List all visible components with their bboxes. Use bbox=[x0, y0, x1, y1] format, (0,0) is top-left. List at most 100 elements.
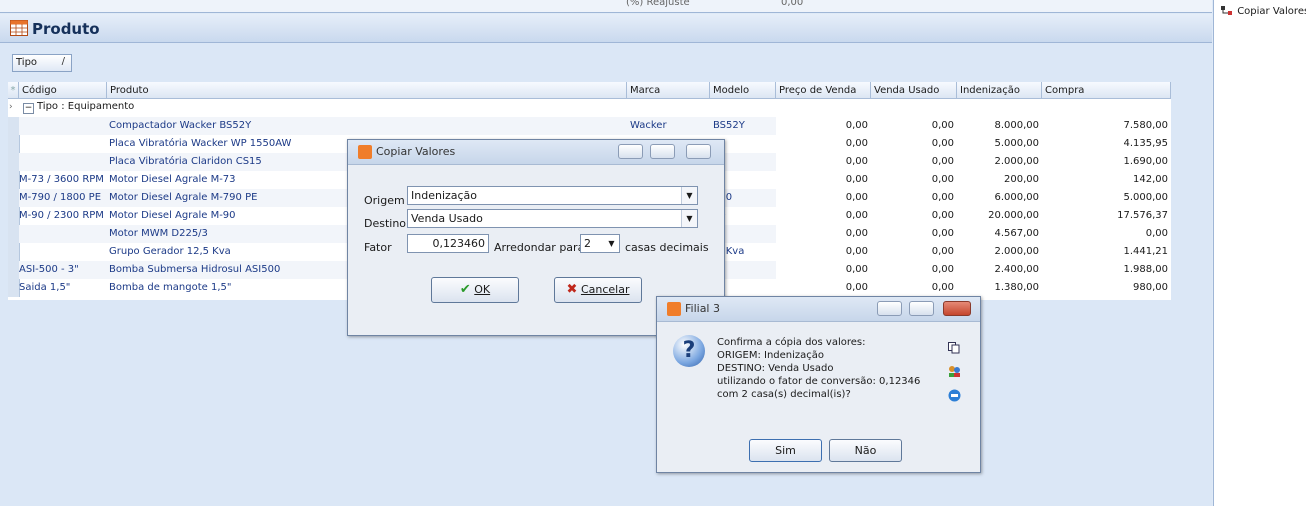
chevron-down-icon[interactable]: ▼ bbox=[681, 187, 697, 204]
ok-button[interactable]: ✔ OK bbox=[431, 277, 519, 303]
confirm-message: Confirma a cópia dos valores: ORIGEM: In… bbox=[717, 336, 920, 401]
confirm-line: DESTINO: Venda Usado bbox=[717, 363, 834, 374]
maximize-button[interactable] bbox=[650, 144, 675, 159]
col-indenizacao[interactable]: Indenização bbox=[957, 82, 1042, 99]
copiar-dialog-titlebar[interactable]: Copiar Valores bbox=[348, 140, 724, 165]
group-by-label: Tipo bbox=[16, 57, 38, 68]
col-preco-venda[interactable]: Preço de Venda bbox=[776, 82, 871, 99]
yes-button[interactable]: Sim bbox=[749, 439, 822, 462]
fator-input[interactable]: 0,123460 bbox=[407, 234, 489, 253]
cell-compra[interactable]: 1.690,00 bbox=[1042, 153, 1171, 171]
confirm-dialog-title: Filial 3 bbox=[685, 302, 720, 315]
cell-indenizacao[interactable]: 6.000,00 bbox=[957, 189, 1042, 207]
cell-venda-usado[interactable]: 0,00 bbox=[871, 189, 957, 207]
cell-indenizacao[interactable]: 4.567,00 bbox=[957, 225, 1042, 243]
cell-venda-usado[interactable]: 0,00 bbox=[871, 171, 957, 189]
maximize-button[interactable] bbox=[909, 301, 934, 316]
cell-indenizacao[interactable]: 8.000,00 bbox=[957, 117, 1042, 135]
cell-indenizacao[interactable]: 2.000,00 bbox=[957, 243, 1042, 261]
copiar-valores-link[interactable]: Copiar Valores bbox=[1220, 5, 1306, 17]
cell-venda-usado[interactable]: 0,00 bbox=[871, 243, 957, 261]
col-venda-usado[interactable]: Venda Usado bbox=[871, 82, 957, 99]
cell-venda-usado[interactable]: 0,00 bbox=[871, 279, 957, 297]
table-row[interactable]: Compactador Wacker BS52Y Wacker BS52Y 0,00 0… bbox=[8, 117, 1171, 135]
col-codigo[interactable]: Código bbox=[19, 82, 107, 99]
users-icon[interactable] bbox=[948, 365, 961, 378]
row-indicator-header[interactable]: * bbox=[8, 82, 19, 99]
copy-icon[interactable] bbox=[948, 342, 960, 354]
col-produto[interactable]: Produto bbox=[107, 82, 627, 99]
remote-icon[interactable] bbox=[948, 389, 961, 402]
cell-preco[interactable]: 0,00 bbox=[776, 171, 871, 189]
chevron-down-icon[interactable]: ▼ bbox=[604, 235, 619, 252]
cell-codigo[interactable]: M-790 / 1800 PE bbox=[19, 189, 107, 207]
cell-codigo[interactable]: ASI-500 - 3" bbox=[19, 261, 107, 279]
app-icon bbox=[358, 145, 372, 159]
cell-indenizacao[interactable]: 1.380,00 bbox=[957, 279, 1042, 297]
cell-indenizacao[interactable]: 20.000,00 bbox=[957, 207, 1042, 225]
collapse-icon[interactable]: − bbox=[23, 103, 34, 114]
cell-compra[interactable]: 1.441,21 bbox=[1042, 243, 1171, 261]
cell-preco[interactable]: 0,00 bbox=[776, 225, 871, 243]
cell-compra[interactable]: 7.580,00 bbox=[1042, 117, 1171, 135]
cell-venda-usado[interactable]: 0,00 bbox=[871, 207, 957, 225]
cell-indenizacao[interactable]: 2.400,00 bbox=[957, 261, 1042, 279]
close-button[interactable] bbox=[686, 144, 711, 159]
destino-select[interactable]: Venda Usado ▼ bbox=[407, 209, 698, 228]
copiar-dialog-title: Copiar Valores bbox=[376, 145, 456, 158]
reajuste-label: (%) Reajuste bbox=[626, 0, 690, 8]
cell-compra[interactable]: 4.135,95 bbox=[1042, 135, 1171, 153]
cell-preco[interactable]: 0,00 bbox=[776, 261, 871, 279]
cell-indenizacao[interactable]: 200,00 bbox=[957, 171, 1042, 189]
casas-label: casas decimais bbox=[625, 241, 709, 254]
col-modelo[interactable]: Modelo bbox=[710, 82, 776, 99]
cell-preco[interactable]: 0,00 bbox=[776, 117, 871, 135]
confirm-dialog-titlebar[interactable]: Filial 3 bbox=[657, 297, 980, 322]
cell-compra[interactable]: 0,00 bbox=[1042, 225, 1171, 243]
cell-codigo[interactable]: Saida 1,5" bbox=[19, 279, 107, 297]
cell-codigo[interactable]: M-90 / 2300 RPM bbox=[19, 207, 107, 225]
cell-compra[interactable]: 980,00 bbox=[1042, 279, 1171, 297]
cell-venda-usado[interactable]: 0,00 bbox=[871, 153, 957, 171]
cell-venda-usado[interactable]: 0,00 bbox=[871, 135, 957, 153]
cell-modelo[interactable]: BS52Y bbox=[710, 117, 779, 135]
cell-codigo[interactable] bbox=[19, 117, 107, 135]
arredondar-label: Arredondar para bbox=[494, 241, 585, 254]
cell-venda-usado[interactable]: 0,00 bbox=[871, 261, 957, 279]
cell-codigo[interactable] bbox=[19, 135, 107, 153]
cancel-button[interactable]: ✖ Cancelar bbox=[554, 277, 642, 303]
minimize-button[interactable] bbox=[618, 144, 643, 159]
close-button[interactable] bbox=[943, 301, 971, 316]
tree-icon bbox=[1221, 6, 1232, 15]
col-compra[interactable]: Compra bbox=[1042, 82, 1171, 99]
cell-venda-usado[interactable]: 0,00 bbox=[871, 117, 957, 135]
cell-codigo[interactable] bbox=[19, 225, 107, 243]
cell-preco[interactable]: 0,00 bbox=[776, 153, 871, 171]
group-row[interactable]: › − Tipo : Equipamento bbox=[8, 99, 1171, 117]
cell-produto[interactable]: Compactador Wacker BS52Y bbox=[107, 117, 629, 135]
cell-indenizacao[interactable]: 2.000,00 bbox=[957, 153, 1042, 171]
cell-preco[interactable]: 0,00 bbox=[776, 135, 871, 153]
cell-preco[interactable]: 0,00 bbox=[776, 189, 871, 207]
cell-preco[interactable]: 0,00 bbox=[776, 207, 871, 225]
ok-label: OK bbox=[474, 283, 491, 296]
cell-compra[interactable]: 142,00 bbox=[1042, 171, 1171, 189]
no-button[interactable]: Não bbox=[829, 439, 902, 462]
minimize-button[interactable] bbox=[877, 301, 902, 316]
cell-compra[interactable]: 17.576,37 bbox=[1042, 207, 1171, 225]
cell-preco[interactable]: 0,00 bbox=[776, 243, 871, 261]
cell-indenizacao[interactable]: 5.000,00 bbox=[957, 135, 1042, 153]
cell-venda-usado[interactable]: 0,00 bbox=[871, 225, 957, 243]
cell-codigo[interactable] bbox=[19, 243, 107, 261]
chevron-down-icon[interactable]: ▼ bbox=[681, 210, 697, 227]
group-by-tipo-button[interactable]: Tipo / bbox=[12, 54, 72, 72]
col-marca[interactable]: Marca bbox=[627, 82, 710, 99]
cell-compra[interactable]: 1.988,00 bbox=[1042, 261, 1171, 279]
origem-select[interactable]: Indenização ▼ bbox=[407, 186, 698, 205]
cell-codigo[interactable]: M-73 / 3600 RPM bbox=[19, 171, 107, 189]
cell-preco[interactable]: 0,00 bbox=[776, 279, 871, 297]
casas-select[interactable]: 2 ▼ bbox=[580, 234, 620, 253]
cell-compra[interactable]: 5.000,00 bbox=[1042, 189, 1171, 207]
cell-marca[interactable]: Wacker bbox=[627, 117, 713, 135]
cell-codigo[interactable] bbox=[19, 153, 107, 171]
